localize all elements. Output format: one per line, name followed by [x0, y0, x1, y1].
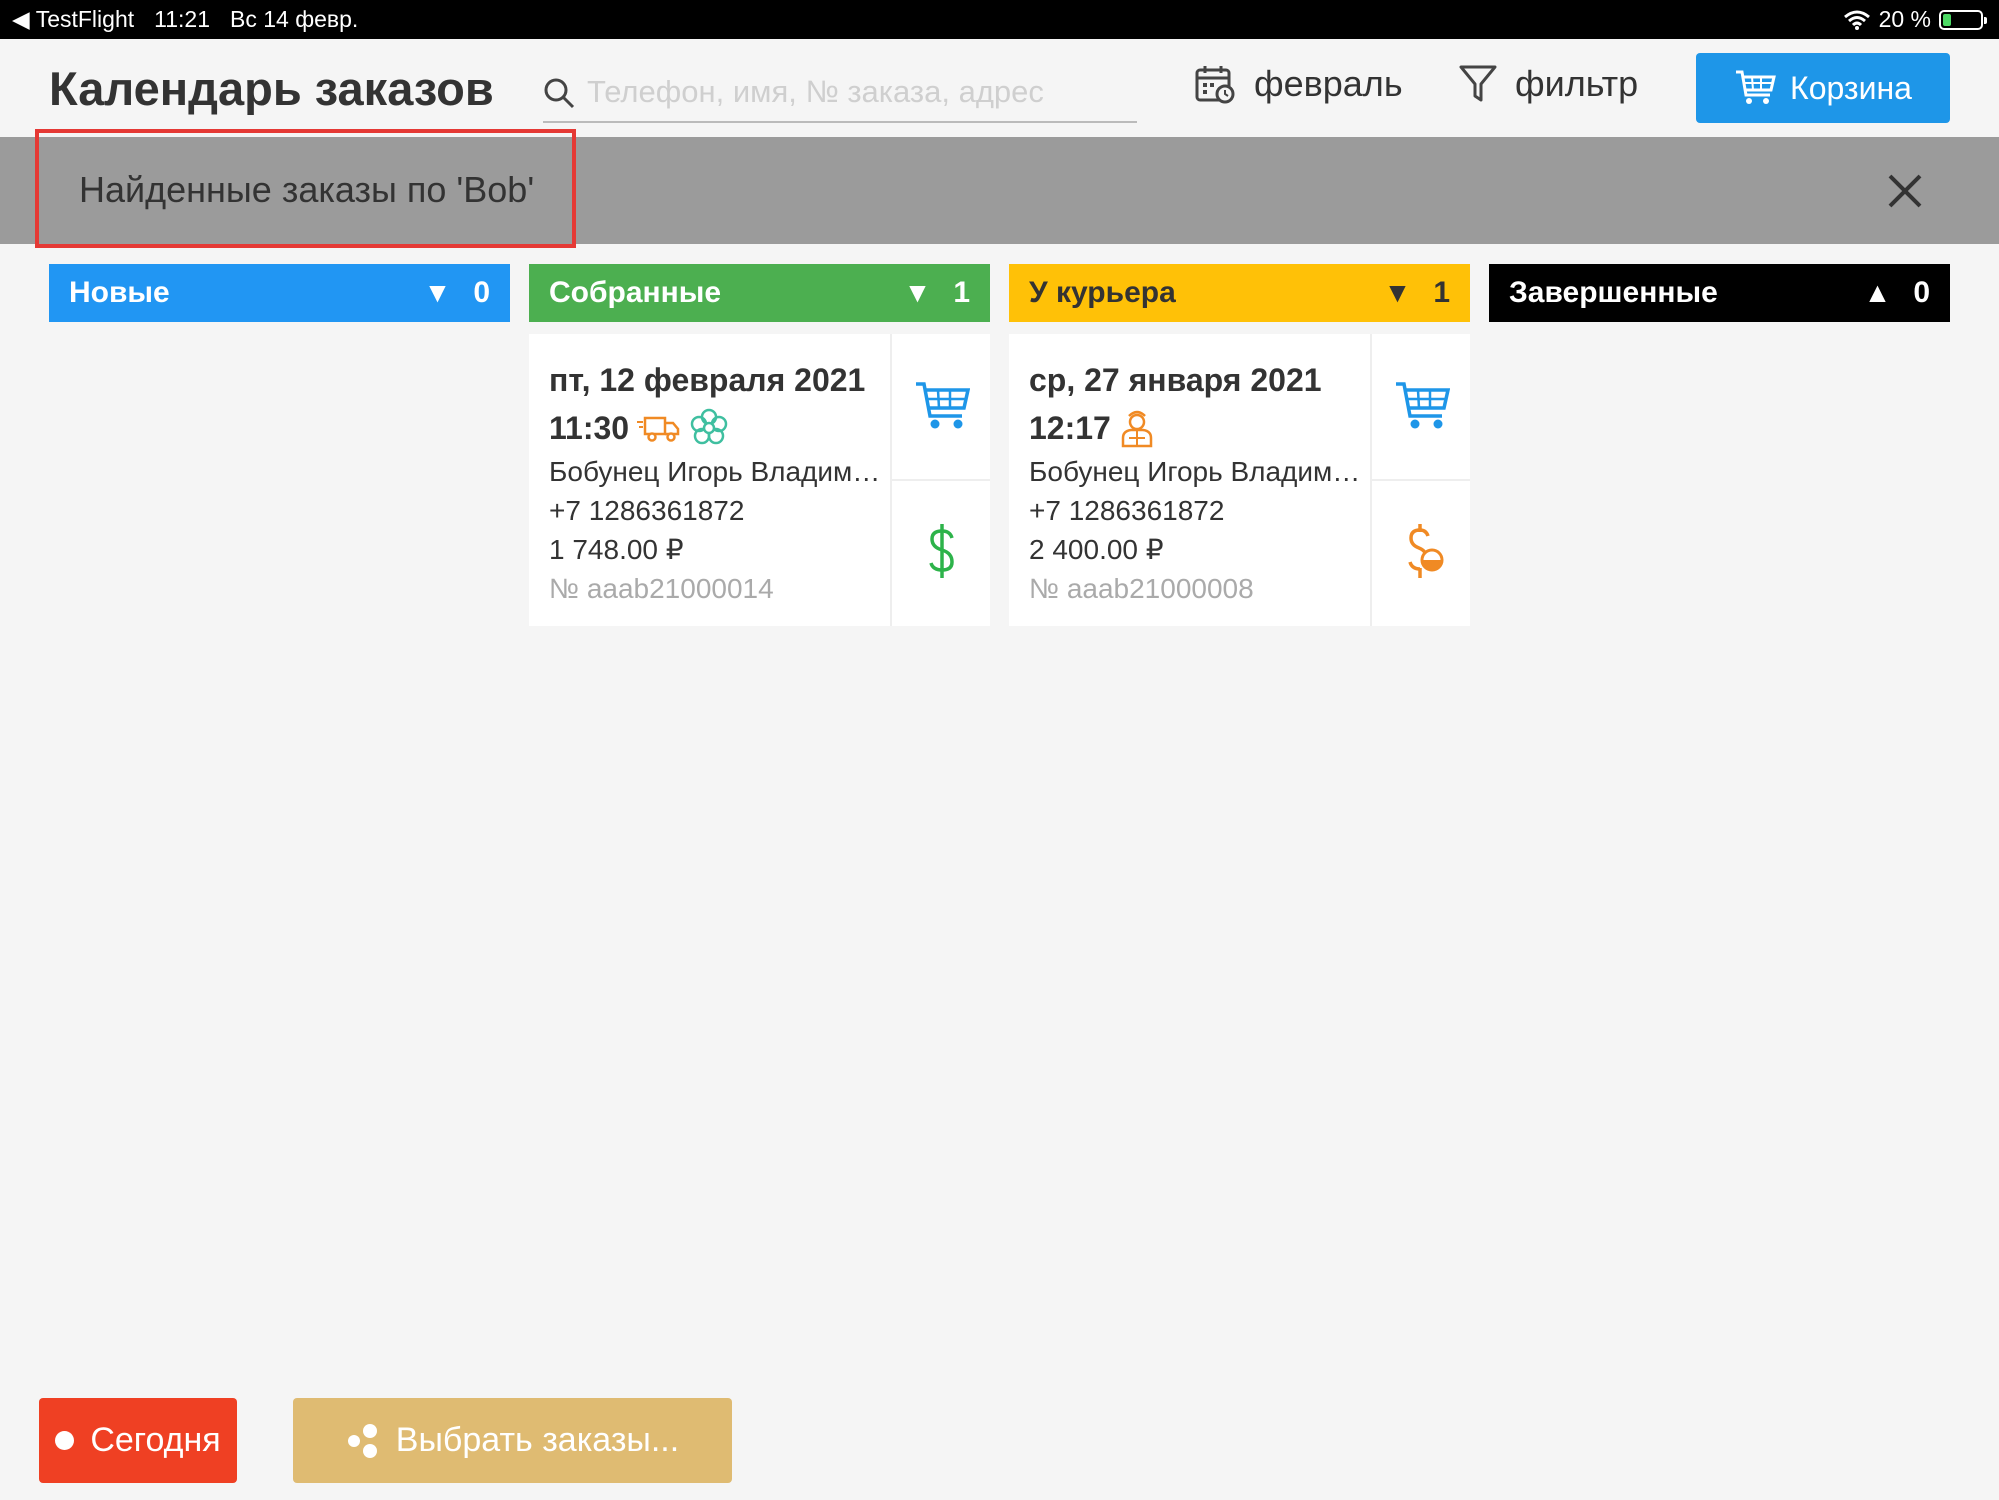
order-date: ср, 27 января 2021 — [1029, 362, 1322, 398]
partial-payment-icon[interactable] — [1394, 522, 1450, 582]
page-title: Календарь заказов — [49, 62, 494, 115]
select-orders-button[interactable]: Выбрать заказы... — [293, 1398, 732, 1483]
column-completed: Завершенные ▲ 0 — [1489, 264, 1950, 322]
search-box — [543, 67, 1137, 123]
column-new: Новые ▼ 0 — [49, 264, 510, 322]
status-time: 11:21 — [154, 6, 210, 32]
order-date: пт, 12 февраля 2021 — [549, 362, 866, 398]
column-title: Новые — [69, 276, 170, 309]
wifi-icon — [1843, 10, 1870, 30]
courier-icon — [1121, 410, 1153, 448]
month-picker-button[interactable]: февраль — [1194, 63, 1403, 105]
column-title: У курьера — [1029, 276, 1176, 309]
column-count: 0 — [473, 276, 490, 309]
sort-down-icon: ▼ — [903, 277, 932, 308]
filter-label: фильтр — [1515, 63, 1639, 104]
battery-percent: 20 % — [1878, 6, 1931, 32]
filter-button[interactable]: фильтр — [1459, 63, 1638, 105]
customer-phone: +7 1286361872 — [549, 495, 745, 526]
status-bar: ◀ TestFlight 11:21 Вс 14 февр. 20 % — [0, 0, 1999, 39]
column-count: 0 — [1913, 276, 1930, 309]
select-orders-label: Выбрать заказы... — [395, 1421, 680, 1459]
cart-icon[interactable] — [914, 378, 970, 434]
column-courier: У курьера ▼ 1 ср, 27 января 2021 12:17 Б… — [1009, 264, 1470, 626]
column-assembled: Собранные ▼ 1 пт, 12 февраля 2021 11:30 — [529, 264, 990, 626]
search-icon — [544, 78, 575, 109]
cart-icon[interactable] — [1394, 378, 1450, 434]
today-label: Сегодня — [90, 1421, 221, 1459]
column-header-courier[interactable]: У курьера ▼ 1 — [1009, 264, 1470, 322]
order-number: № aaab21000014 — [549, 573, 774, 604]
order-amount: 1 748.00 ₽ — [549, 534, 684, 565]
sort-up-icon: ▲ — [1863, 277, 1892, 308]
customer-name: Бобунец Игорь Владимирович — [549, 456, 889, 487]
sort-down-icon: ▼ — [1383, 277, 1412, 308]
order-card[interactable]: ср, 27 января 2021 12:17 Бобунец Игорь В… — [1009, 334, 1470, 626]
order-time: 11:30 — [549, 410, 630, 446]
cart-button[interactable]: Корзина — [1696, 53, 1950, 123]
search-input[interactable] — [585, 71, 1129, 113]
column-title: Завершенные — [1509, 276, 1718, 309]
column-count: 1 — [1433, 276, 1450, 309]
customer-name: Бобунец Игорь Владимирович — [1029, 456, 1369, 487]
dot-icon — [55, 1431, 75, 1450]
column-header-new[interactable]: Новые ▼ 0 — [49, 264, 510, 322]
search-results-text: Найденные заказы по 'Bob' — [79, 169, 535, 210]
order-amount: 2 400.00 ₽ — [1029, 534, 1164, 565]
back-to-app-link[interactable]: ◀ TestFlight — [12, 6, 134, 33]
order-number: № aaab21000008 — [1029, 573, 1254, 604]
column-header-completed[interactable]: Завершенные ▲ 0 — [1489, 264, 1950, 322]
sort-down-icon: ▼ — [423, 277, 452, 308]
dollar-icon[interactable] — [914, 522, 970, 582]
close-icon[interactable] — [1885, 171, 1925, 211]
search-results-banner: Найденные заказы по 'Bob' — [0, 129, 1999, 248]
order-time: 12:17 — [1029, 410, 1111, 446]
back-arrow-icon: ◀ — [12, 6, 30, 32]
column-header-assembled[interactable]: Собранные ▼ 1 — [529, 264, 990, 322]
cart-icon — [1736, 70, 1776, 104]
app-header: Календарь заказов февраль фильтр — [0, 39, 1999, 137]
status-date: Вс 14 февр. — [230, 6, 359, 32]
month-label: февраль — [1254, 63, 1403, 104]
battery-icon — [1939, 9, 1987, 30]
multi-select-icon — [347, 1423, 377, 1458]
customer-phone: +7 1286361872 — [1029, 495, 1225, 526]
column-count: 1 — [953, 276, 970, 309]
back-app-label: TestFlight — [35, 6, 135, 32]
filter-icon — [1459, 65, 1497, 102]
order-card[interactable]: пт, 12 февраля 2021 11:30 Бобунец Игорь … — [529, 334, 990, 626]
flower-icon — [690, 408, 728, 445]
cart-label: Корзина — [1790, 69, 1912, 106]
column-title: Собранные — [549, 276, 722, 309]
delivery-truck-icon — [637, 416, 680, 442]
today-button[interactable]: Сегодня — [39, 1398, 237, 1483]
calendar-icon — [1195, 66, 1235, 104]
